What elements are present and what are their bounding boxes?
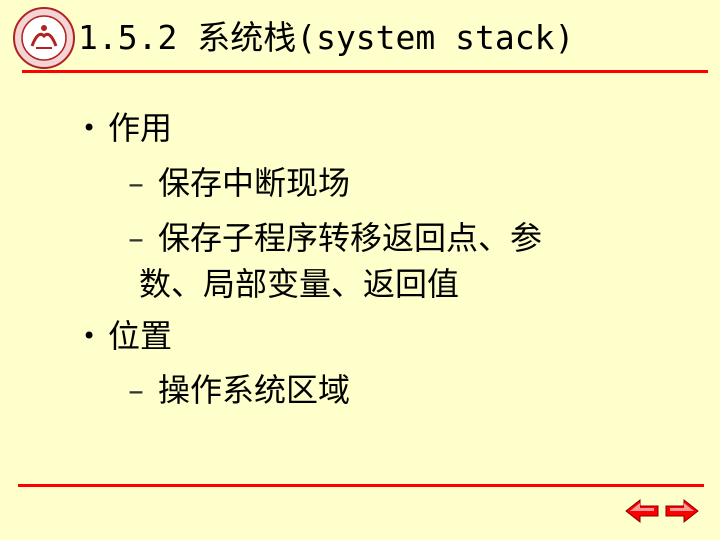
footer-divider <box>18 484 704 487</box>
sub-bullet-text: 操作系统区域 <box>158 371 351 409</box>
sub-bullet-dash-icon: – <box>128 219 144 257</box>
sub-bullet-text: 保存子程序转移返回点、参 <box>158 219 543 257</box>
bullet-dot-icon: • <box>82 322 97 350</box>
sub-bullet-item: – 保存子程序转移返回点、参 <box>128 218 542 258</box>
slide-content: • 作用 – 保存中断现场 – 保存子程序转移返回点、参 数、局部变量、返回值 • 位置… <box>0 0 720 540</box>
bullet-dot-icon: • <box>82 114 97 142</box>
sub-bullet-item: – 操作系统区域 <box>128 370 350 410</box>
sub-bullet-dash-icon: – <box>128 371 144 409</box>
bullet-label: 位置 <box>108 317 173 355</box>
bullet-label: 作用 <box>108 109 173 147</box>
sub-bullet-text: 保存中断现场 <box>158 164 351 202</box>
bullet-item: • 作用 <box>82 108 172 148</box>
sub-bullet-text: 数、局部变量、返回值 <box>139 265 460 303</box>
sub-bullet-continuation: 数、局部变量、返回值 <box>139 264 459 304</box>
prev-arrow-icon[interactable] <box>624 498 660 524</box>
sub-bullet-dash-icon: – <box>128 164 144 202</box>
next-arrow-icon[interactable] <box>664 498 700 524</box>
sub-bullet-item: – 保存中断现场 <box>128 163 350 203</box>
bullet-item: • 位置 <box>82 316 172 356</box>
